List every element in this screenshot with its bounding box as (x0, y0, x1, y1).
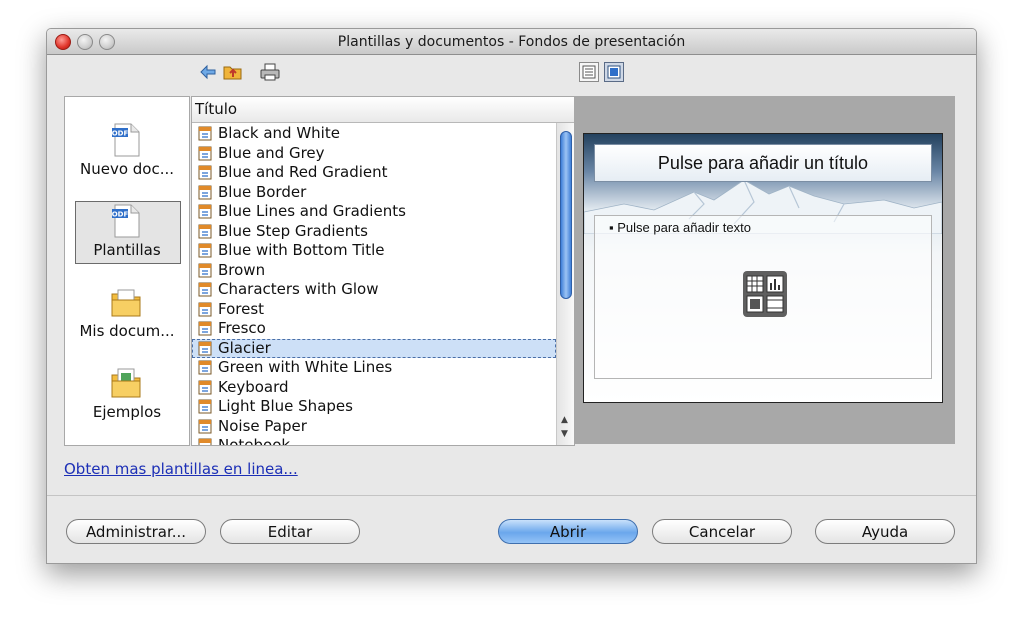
template-list-item[interactable]: Fresco (192, 319, 556, 339)
template-name: Fresco (218, 319, 266, 337)
template-file-icon (198, 243, 212, 258)
template-list-item[interactable]: Blue Lines and Gradients (192, 202, 556, 222)
category-label: Plantillas (93, 241, 161, 259)
folder-icon (111, 289, 141, 317)
column-header-title[interactable]: Título (192, 97, 574, 123)
odf-document-icon: ODF (112, 123, 140, 157)
template-file-icon (198, 380, 212, 394)
template-list-item[interactable]: Brown (192, 261, 556, 281)
template-name: Blue Border (218, 182, 307, 201)
template-file-icon (198, 399, 212, 414)
template-list-item[interactable]: Characters with Glow (192, 280, 556, 300)
template-name: Light Blue Shapes (218, 397, 353, 415)
insert-object-icon (743, 271, 787, 317)
slide-body-label: Pulse para añadir texto (617, 220, 751, 235)
odf-document-icon: ODF (112, 204, 140, 238)
template-file-icon (198, 263, 212, 277)
template-list-item[interactable]: Noise Paper (192, 417, 556, 437)
slide-body-placeholder: ▪ Pulse para añadir texto (594, 215, 932, 379)
category-examples[interactable]: Ejemplos (65, 355, 189, 435)
svg-text:ODF: ODF (112, 130, 129, 138)
slide-title-placeholder: Pulse para añadir un título (594, 144, 932, 182)
template-name: Brown (218, 260, 266, 279)
template-name: Blue Step Gradients (218, 221, 368, 240)
template-file-icon (198, 341, 212, 355)
category-label: Nuevo doc... (79, 160, 175, 178)
category-label: Ejemplos (92, 403, 162, 421)
detail-view-button[interactable] (579, 62, 599, 82)
template-name: Notebook (218, 436, 291, 446)
category-panel: ODF Nuevo doc... ODF Plantillas Mis docu… (64, 96, 190, 446)
template-rows: Black and White Blue and Grey Blue and Red… (192, 124, 556, 446)
template-name: Forest (218, 299, 265, 318)
template-list-item[interactable]: Glacier (192, 338, 556, 358)
category-my-documents[interactable]: Mis docum... (65, 274, 189, 354)
template-list-item[interactable]: Keyboard (192, 378, 556, 398)
template-name: Blue Lines and Gradients (218, 202, 406, 220)
preview-view-icon (607, 65, 621, 79)
svg-text:ODF: ODF (112, 211, 129, 219)
template-list-item[interactable]: Forest (192, 300, 556, 320)
slide-body-text: ▪ Pulse para añadir texto (609, 220, 751, 235)
folder-icon (111, 368, 141, 398)
edit-button[interactable]: Editar (220, 519, 360, 544)
template-file-icon (198, 126, 212, 141)
print-icon[interactable] (260, 62, 280, 82)
template-list-item[interactable]: Black and White (192, 124, 556, 144)
template-list-item[interactable]: Blue Step Gradients (192, 222, 556, 242)
templates-dialog: Plantillas y documentos - Fondos de pres… (46, 28, 977, 564)
template-file-icon (198, 146, 212, 160)
template-file-icon (198, 224, 212, 238)
template-list-item[interactable]: Blue Border (192, 183, 556, 203)
cancel-button[interactable]: Cancelar (652, 519, 792, 544)
template-name: Blue and Grey (218, 143, 325, 162)
template-file-icon (198, 165, 212, 180)
category-new-document[interactable]: ODF Nuevo doc... (65, 112, 189, 192)
template-name: Characters with Glow (218, 280, 379, 298)
template-list-item[interactable]: Blue and Grey (192, 144, 556, 164)
template-file-icon (198, 204, 212, 219)
more-templates-online-link[interactable]: Obten mas plantillas en linea... (64, 460, 298, 478)
category-label: Mis docum... (79, 322, 175, 340)
category-templates[interactable]: ODF Plantillas (65, 193, 189, 273)
template-file-icon (198, 321, 212, 336)
template-name: Blue with Bottom Title (218, 241, 385, 259)
column-header-label: Título (195, 100, 238, 118)
template-file-icon (198, 360, 212, 375)
open-button[interactable]: Abrir (498, 519, 638, 544)
template-name: Black and White (218, 124, 340, 142)
template-name: Glacier (218, 338, 271, 357)
template-list-item[interactable]: Green with White Lines (192, 358, 556, 378)
back-arrow-icon[interactable] (198, 62, 218, 82)
manage-button[interactable]: Administrar... (66, 519, 206, 544)
template-list-item[interactable]: Notebook (192, 436, 556, 446)
detail-view-icon (582, 65, 596, 79)
title-bar[interactable]: Plantillas y documentos - Fondos de pres… (47, 29, 976, 55)
slide-preview: Pulse para añadir un título ▪ Pulse para… (583, 133, 943, 403)
open-folder-icon[interactable] (223, 62, 243, 82)
template-list-item[interactable]: Blue with Bottom Title (192, 241, 556, 261)
scroll-down-arrow-icon[interactable]: ▼ (561, 429, 568, 439)
template-file-icon (198, 419, 212, 433)
template-file-icon (198, 302, 212, 316)
scroll-up-arrow-icon[interactable]: ▲ (561, 415, 568, 425)
template-file-icon (198, 282, 212, 297)
template-name: Noise Paper (218, 416, 307, 435)
template-file-icon (198, 438, 212, 445)
template-list-item[interactable]: Blue and Red Gradient (192, 163, 556, 183)
separator (47, 495, 976, 496)
preview-view-button[interactable] (604, 62, 624, 82)
template-list: Título Black and White Blue and Grey Blue … (191, 96, 575, 446)
vertical-scrollbar[interactable]: ▲ ▼ (556, 123, 574, 445)
template-list-item[interactable]: Light Blue Shapes (192, 397, 556, 417)
preview-pane: Pulse para añadir un título ▪ Pulse para… (575, 96, 955, 444)
scrollbar-thumb[interactable] (560, 131, 572, 299)
window-title: Plantillas y documentos - Fondos de pres… (337, 34, 686, 50)
template-name: Green with White Lines (218, 358, 393, 376)
help-button[interactable]: Ayuda (815, 519, 955, 544)
template-name: Blue and Red Gradient (218, 163, 388, 181)
template-name: Keyboard (218, 377, 289, 396)
template-file-icon (198, 185, 212, 199)
